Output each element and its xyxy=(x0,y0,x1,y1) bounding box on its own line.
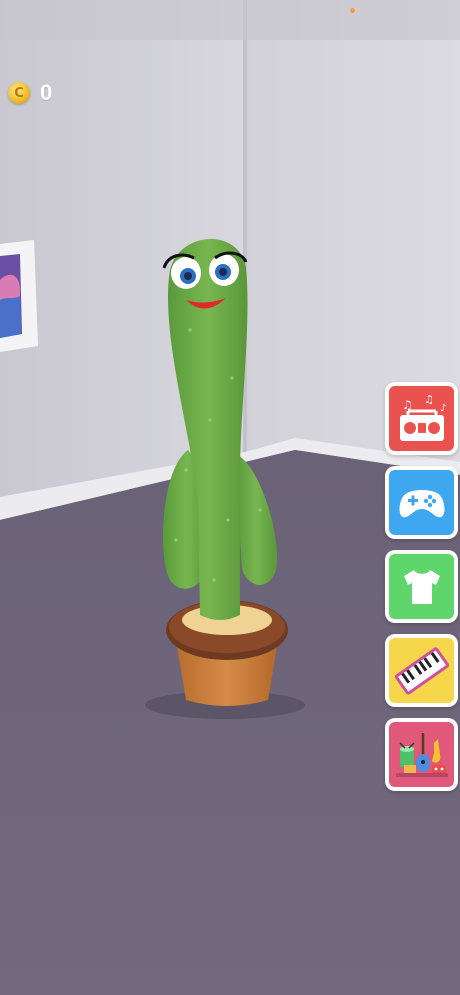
coin-counter: C 0 xyxy=(8,80,52,106)
status-indicator xyxy=(350,8,355,13)
coin-count: 0 xyxy=(40,80,53,105)
games-button[interactable] xyxy=(385,466,458,539)
wall-painting xyxy=(0,240,38,352)
coin-icon: C xyxy=(8,82,30,104)
instruments-icon xyxy=(395,732,448,777)
piano-icon xyxy=(394,646,449,695)
boombox-icon: ♫ ♫ ♪ xyxy=(399,393,446,441)
instruments-button[interactable] xyxy=(385,718,458,791)
tshirt-icon xyxy=(403,569,440,604)
piano-button[interactable] xyxy=(385,634,458,707)
music-radio-button[interactable]: ♫ ♫ ♪ xyxy=(385,382,458,455)
svg-text:♪: ♪ xyxy=(440,403,446,414)
outfits-button[interactable] xyxy=(385,550,458,623)
svg-text:♫: ♫ xyxy=(424,393,434,406)
gamepad-icon xyxy=(399,489,444,517)
side-menu: ♫ ♫ ♪ xyxy=(385,382,458,791)
